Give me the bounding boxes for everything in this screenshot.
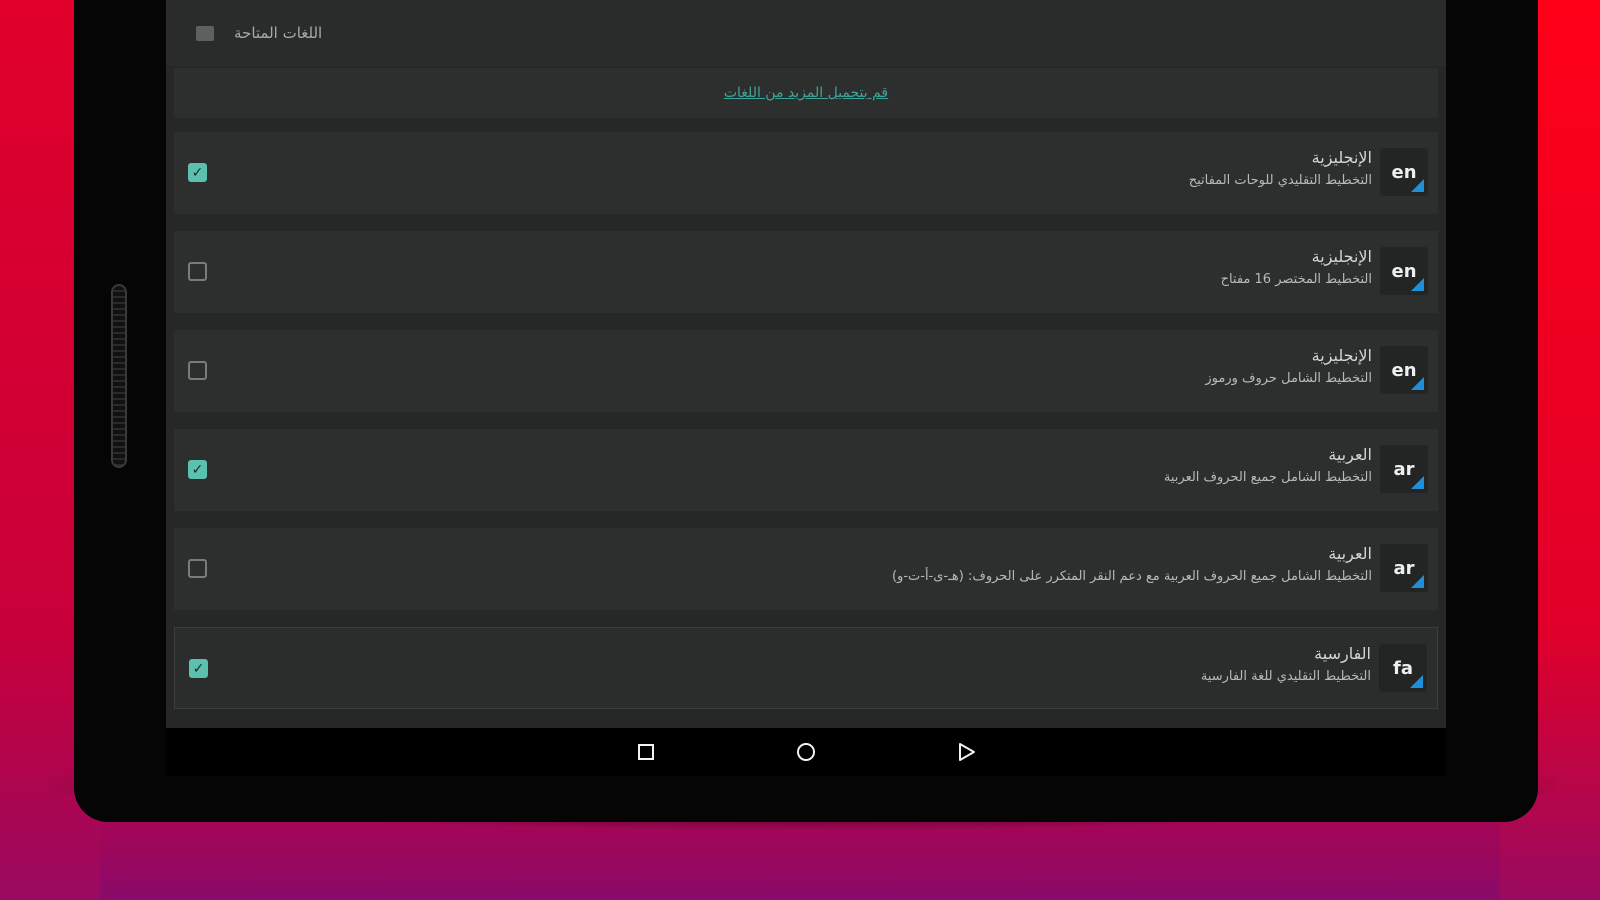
page-title: اللغات المتاحة [234, 24, 323, 42]
checkmark-icon: ✓ [192, 660, 205, 677]
android-nav-bar [166, 728, 1446, 776]
side-button[interactable] [111, 284, 127, 468]
back-button[interactable] [951, 737, 981, 767]
back-icon [959, 743, 975, 761]
app-screen: اللغات المتاحة قم بتحميل المزيد من اللغا… [166, 0, 1446, 728]
language-row-1[interactable]: الإنجليزية التخطيط المختصر 16 مفتاح en [174, 231, 1438, 313]
language-text-4: العربية التخطيط الشامل جميع الحروف العرب… [892, 542, 1372, 588]
language-row-3[interactable]: ✓ العربية التخطيط الشامل جميع الحروف الع… [174, 429, 1438, 511]
tablet-frame: اللغات المتاحة قم بتحميل المزيد من اللغا… [74, 0, 1538, 822]
language-layout: التخطيط المختصر 16 مفتاح [1220, 272, 1372, 287]
checkmark-icon: ✓ [191, 461, 204, 478]
language-name: الإنجليزية [1311, 247, 1372, 266]
recents-button[interactable] [631, 737, 661, 767]
language-layout: التخطيط الشامل حروف ورموز [1205, 371, 1372, 386]
language-checkbox-4[interactable] [188, 559, 207, 578]
language-checkbox-5[interactable]: ✓ [189, 659, 208, 678]
language-name: الإنجليزية [1311, 148, 1372, 167]
badge-corner-icon [1411, 575, 1424, 588]
badge-corner-icon [1411, 476, 1424, 489]
language-code-badge: en [1380, 346, 1428, 394]
language-row-4[interactable]: العربية التخطيط الشامل جميع الحروف العرب… [174, 528, 1438, 610]
language-layout: التخطيط التقليدي للغة الفارسية [1200, 669, 1371, 684]
badge-corner-icon [1410, 675, 1423, 688]
language-checkbox-2[interactable] [188, 361, 207, 380]
language-text-3: العربية التخطيط الشامل جميع الحروف العرب… [1164, 443, 1372, 489]
title-bar: اللغات المتاحة [166, 0, 1446, 66]
badge-corner-icon [1411, 377, 1424, 390]
language-row-2[interactable]: الإنجليزية التخطيط الشامل حروف ورموز en [174, 330, 1438, 412]
download-more-link[interactable]: قم بتحميل المزيد من اللغات [724, 85, 888, 101]
language-layout: التخطيط الشامل جميع الحروف العربية [1163, 470, 1372, 485]
language-text-1: الإنجليزية التخطيط المختصر 16 مفتاح [1221, 245, 1372, 291]
language-name: الفارسية [1314, 644, 1371, 663]
language-code-badge: ar [1380, 445, 1428, 493]
language-layout: التخطيط التقليدي للوحات المفاتيح [1188, 173, 1372, 188]
checkmark-icon: ✓ [191, 164, 204, 181]
language-checkbox-1[interactable] [188, 262, 207, 281]
language-checkbox-0[interactable]: ✓ [188, 163, 207, 182]
download-more-bar: قم بتحميل المزيد من اللغات [174, 68, 1438, 118]
language-text-5: الفارسية التخطيط التقليدي للغة الفارسية [1201, 642, 1371, 688]
badge-corner-icon [1411, 179, 1424, 192]
language-code-badge: ar [1380, 544, 1428, 592]
language-name: العربية [1328, 544, 1372, 563]
window-icon [196, 25, 214, 41]
language-row-0[interactable]: ✓ الإنجليزية التخطيط التقليدي للوحات الم… [174, 132, 1438, 214]
badge-corner-icon [1411, 278, 1424, 291]
language-checkbox-3[interactable]: ✓ [188, 460, 207, 479]
language-text-2: الإنجليزية التخطيط الشامل حروف ورموز [1205, 344, 1372, 390]
language-layout: التخطيط الشامل جميع الحروف العربية مع دع… [891, 569, 1372, 584]
language-row-5[interactable]: ✓ الفارسية التخطيط التقليدي للغة الفارسي… [174, 627, 1438, 709]
language-text-0: الإنجليزية التخطيط التقليدي للوحات المفا… [1189, 146, 1372, 192]
language-list: ✓ الإنجليزية التخطيط التقليدي للوحات الم… [166, 132, 1446, 709]
language-name: الإنجليزية [1311, 346, 1372, 365]
language-code-badge: en [1380, 247, 1428, 295]
recents-icon [638, 744, 654, 760]
home-button[interactable] [791, 737, 821, 767]
home-icon [797, 743, 815, 761]
language-code-badge: en [1380, 148, 1428, 196]
language-name: العربية [1328, 445, 1372, 464]
language-code-badge: fa [1379, 644, 1427, 692]
